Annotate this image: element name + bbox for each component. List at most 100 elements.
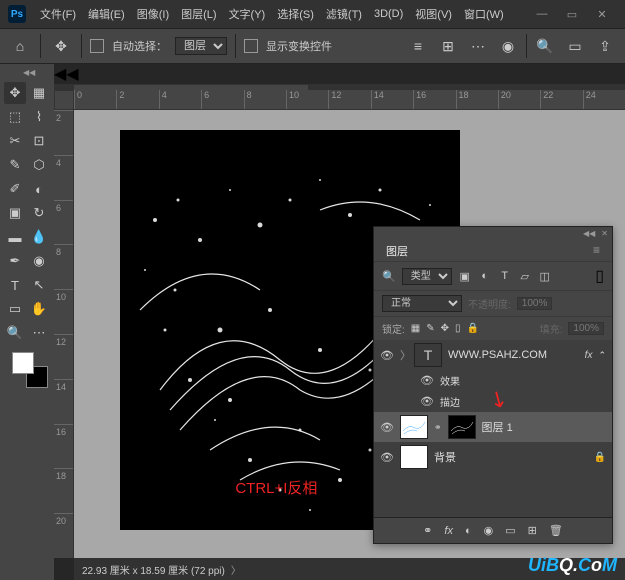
menu-edit[interactable]: 编辑(E) — [82, 6, 131, 22]
menu-image[interactable]: 图像(I) — [131, 6, 175, 22]
type-tool[interactable]: T — [4, 274, 26, 296]
blur-tool[interactable]: 💧 — [28, 226, 50, 248]
lock-pixels-icon[interactable]: ▦ — [411, 323, 420, 334]
layer-background[interactable]: 👁 背景 🔒 — [374, 442, 612, 472]
delete-layer-icon[interactable]: 🗑 — [549, 524, 563, 537]
foreground-color[interactable] — [12, 352, 34, 374]
text-layer-thumb[interactable]: T — [414, 343, 442, 367]
layer-mask-icon[interactable]: ◐ — [465, 525, 472, 537]
visibility-icon[interactable]: 👁 — [380, 421, 394, 434]
menu-view[interactable]: 视图(V) — [409, 6, 458, 22]
magic-wand-tool[interactable]: ⬡ — [28, 154, 50, 176]
new-layer-icon[interactable]: ⊞ — [528, 524, 537, 537]
layer-name[interactable]: 背景 — [434, 449, 588, 465]
path-tool[interactable]: ↖ — [28, 274, 50, 296]
history-brush-tool[interactable]: ↻ — [28, 202, 50, 224]
layers-tab[interactable]: 图层 — [380, 241, 414, 261]
opacity-label: 不透明度: — [468, 296, 511, 311]
panel-collapse[interactable]: ◀◀ — [54, 64, 625, 84]
group-icon[interactable]: ▭ — [505, 524, 515, 537]
panel-close-icon[interactable]: ✕ — [601, 229, 608, 239]
filter-smart-icon[interactable]: ◫ — [538, 270, 552, 283]
visibility-icon[interactable]: 👁 — [380, 451, 394, 464]
share-icon[interactable]: ⇪ — [593, 34, 617, 58]
zoom-tool[interactable]: 🔍 — [4, 322, 26, 344]
eyedropper-tool[interactable]: ✎ — [4, 154, 26, 176]
layer-name[interactable]: WWW.PSAHZ.COM — [448, 349, 579, 361]
rectangle-tool[interactable]: ▭ — [4, 298, 26, 320]
healing-tool[interactable]: ◐ — [28, 178, 50, 200]
panel-menu-icon[interactable]: ≡ — [587, 241, 606, 261]
mask-thumb[interactable] — [448, 415, 476, 439]
lock-position-icon[interactable]: ✎ — [426, 323, 434, 334]
filter-type-icon[interactable]: T — [498, 270, 512, 283]
menu-filter[interactable]: 滤镜(T) — [320, 6, 368, 22]
gradient-tool[interactable]: ▬ — [4, 226, 26, 248]
lock-all-icon[interactable]: 🔒 — [467, 323, 479, 334]
link-icon[interactable]: ⚭ — [434, 422, 442, 433]
blend-mode-select[interactable]: 正常 — [382, 295, 462, 312]
auto-select-checkbox[interactable] — [90, 39, 104, 53]
brush-tool[interactable]: ✐ — [4, 178, 26, 200]
menu-file[interactable]: 文件(F) — [34, 6, 82, 22]
fx-chevron-icon[interactable]: ⌃ — [598, 350, 606, 361]
lock-icon[interactable]: 🔒 — [594, 452, 606, 463]
ruler-origin[interactable] — [54, 90, 74, 110]
filter-toggle[interactable]: ▯ — [595, 266, 604, 286]
link-layers-icon[interactable]: ⚭ — [423, 524, 432, 537]
opacity-value[interactable]: 100% — [517, 297, 553, 310]
visibility-icon[interactable]: 👁 — [420, 374, 434, 387]
auto-select-target[interactable]: 图层 — [175, 37, 227, 55]
layer-1[interactable]: 👁 ⚭ 图层 1 — [374, 412, 612, 442]
move-tool[interactable]: ✥ — [4, 82, 26, 104]
clone-tool[interactable]: ▣ — [4, 202, 26, 224]
menu-type[interactable]: 文字(Y) — [223, 6, 272, 22]
status-chevron-icon[interactable]: 〉 — [231, 562, 241, 577]
search-icon[interactable]: 🔍 — [533, 34, 557, 58]
distribute-icon[interactable]: ⊞ — [436, 34, 460, 58]
home-icon[interactable]: ⌂ — [8, 34, 32, 58]
color-swatches[interactable] — [12, 352, 48, 388]
workspace-icon[interactable]: ▭ — [563, 34, 587, 58]
panel-collapse-icon[interactable]: ◀◀ — [583, 229, 595, 239]
toolbox-collapse[interactable]: ◀◀ — [23, 68, 31, 78]
artboard-tool[interactable]: ▦ — [28, 82, 50, 104]
window-close[interactable]: ✕ — [587, 8, 617, 21]
layer-thumb[interactable] — [400, 445, 428, 469]
lock-fill-icon[interactable]: ▯ — [455, 323, 461, 334]
align-icon[interactable]: ≡ — [406, 34, 430, 58]
visibility-icon[interactable]: 👁 — [420, 395, 434, 408]
fill-value[interactable]: 100% — [568, 322, 604, 335]
more-icon[interactable]: ⋯ — [466, 34, 490, 58]
dodge-tool[interactable]: ◉ — [28, 250, 50, 272]
lasso-tool[interactable]: ⌇ — [28, 106, 50, 128]
fx-badge[interactable]: fx — [585, 350, 593, 361]
layer-text[interactable]: 👁 〉 T WWW.PSAHZ.COM fx ⌃ — [374, 340, 612, 370]
menu-3d[interactable]: 3D(D) — [368, 8, 409, 20]
visibility-icon[interactable]: 👁 — [380, 349, 394, 362]
menu-window[interactable]: 窗口(W) — [458, 6, 510, 22]
layer-name[interactable]: 图层 1 — [482, 419, 606, 435]
lock-artboard-icon[interactable]: ✥ — [441, 323, 449, 334]
menu-layer[interactable]: 图层(L) — [175, 6, 222, 22]
filter-shape-icon[interactable]: ▱ — [518, 270, 532, 283]
window-maximize[interactable]: ▭ — [557, 8, 587, 21]
marquee-tool[interactable]: ⬚ — [4, 106, 26, 128]
filter-type-select[interactable]: 类型 — [402, 268, 452, 285]
adjustment-layer-icon[interactable]: ◉ — [484, 524, 494, 537]
edit-toolbar[interactable]: ⋯ — [28, 322, 50, 344]
menu-select[interactable]: 选择(S) — [271, 6, 320, 22]
show-transform-checkbox[interactable] — [244, 39, 258, 53]
filter-pixel-icon[interactable]: ▣ — [458, 270, 472, 283]
pen-tool[interactable]: ✒ — [4, 250, 26, 272]
layer-thumb[interactable] — [400, 415, 428, 439]
frame-tool[interactable]: ⊡ — [28, 130, 50, 152]
stroke-label: 描边 — [440, 394, 606, 409]
move-tool-icon[interactable]: ✥ — [49, 34, 73, 58]
hand-tool[interactable]: ✋ — [28, 298, 50, 320]
window-minimize[interactable]: — — [527, 8, 557, 20]
crop-tool[interactable]: ✂ — [4, 130, 26, 152]
filter-adjust-icon[interactable]: ◐ — [478, 270, 492, 283]
3d-mode-icon[interactable]: ◉ — [496, 34, 520, 58]
layer-fx-icon[interactable]: fx — [444, 525, 453, 537]
